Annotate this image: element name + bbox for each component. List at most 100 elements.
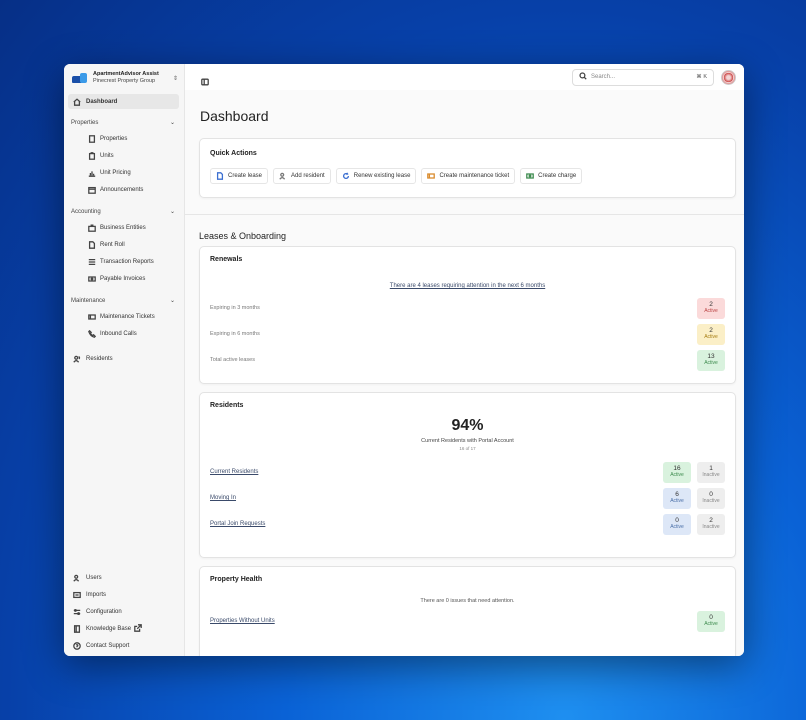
external-link-icon	[134, 623, 142, 634]
briefcase-icon	[87, 223, 96, 232]
active-badge[interactable]: 0 Active	[663, 513, 691, 535]
sidebar-item-dashboard[interactable]: Dashboard	[68, 94, 179, 109]
renew-lease-button[interactable]: Renew existing lease	[335, 168, 417, 184]
sidebar-item-label: Configuration	[86, 608, 122, 615]
section-properties[interactable]: Properties ⌄	[64, 115, 184, 130]
list-icon	[87, 257, 96, 266]
users-icon	[72, 354, 81, 363]
sidebar-item-unit-pricing[interactable]: Unit Pricing	[64, 164, 184, 181]
building-icon	[87, 134, 96, 143]
portal-percentage: 94%	[451, 417, 484, 434]
sidebar-item-rent-roll[interactable]: Rent Roll	[64, 236, 184, 253]
create-lease-button[interactable]: Create lease	[210, 168, 269, 184]
sidebar-item-configuration[interactable]: Configuration	[64, 603, 184, 620]
section-title-leases: Leases & Onboarding	[199, 231, 287, 241]
active-badge[interactable]: 16 Active	[663, 461, 691, 483]
properties-without-units-link[interactable]: Properties Without Units	[210, 618, 275, 624]
sidebar-item-payable-invoices[interactable]: Payable Invoices	[64, 270, 184, 287]
button-label: Add resident	[291, 173, 325, 179]
sidebar-item-label: Transaction Reports	[100, 258, 154, 265]
section-accounting[interactable]: Accounting ⌄	[64, 204, 184, 219]
badge-status: Active	[670, 472, 684, 478]
ticket-icon	[427, 172, 436, 180]
renewals-alert-link[interactable]: There are 4 leases requiring attention i…	[210, 283, 725, 289]
section-title: Maintenance	[71, 297, 106, 304]
badge-count: 0	[709, 614, 713, 621]
row-label: Expiring in 3 months	[210, 305, 260, 311]
resident-row: Portal Join Requests 0 Active 2 Inactive	[210, 511, 725, 537]
sidebar-item-users[interactable]: Users	[64, 569, 184, 586]
count-badge[interactable]: 13 Active	[697, 349, 725, 371]
current-residents-link[interactable]: Current Residents	[210, 469, 258, 475]
sidebar-item-business-entities[interactable]: Business Entities	[64, 219, 184, 236]
sidebar-item-inbound-calls[interactable]: Inbound Calls	[64, 325, 184, 342]
chevron-down-icon: ⌄	[169, 120, 175, 126]
org-switcher[interactable]: ApartmentAdvisor Assist Pinecrest Proper…	[64, 64, 184, 92]
badge-count: 1	[709, 465, 713, 472]
users-icon	[279, 172, 287, 180]
section-title: Accounting	[71, 208, 101, 215]
badge-count: 2	[709, 327, 713, 334]
invoice-icon	[87, 274, 96, 283]
badge-status: Inactive	[702, 472, 720, 478]
avatar[interactable]	[721, 69, 736, 85]
portal-join-requests-link[interactable]: Portal Join Requests	[210, 521, 265, 527]
unit-icon	[87, 151, 96, 160]
sidebar-item-label: Contact Support	[86, 642, 130, 649]
sidebar-toggle-icon[interactable]	[201, 73, 210, 85]
inactive-badge[interactable]: 1 Inactive	[697, 461, 725, 483]
chevron-down-icon: ⌄	[169, 298, 175, 304]
card-title: Quick Actions	[210, 150, 257, 157]
residents-card: Residents 94% Current Residents with Por…	[199, 392, 736, 558]
badge-count: 13	[707, 353, 715, 360]
badge-status: Active	[670, 524, 684, 530]
card-title: Renewals	[210, 256, 243, 263]
sidebar-item-label: Units	[100, 152, 114, 159]
quick-actions-card: Quick Actions Create lease Add resident …	[199, 138, 736, 198]
divider	[185, 214, 744, 215]
card-title: Residents	[210, 402, 244, 409]
add-resident-button[interactable]: Add resident	[273, 168, 331, 184]
sidebar-item-label: Knowledge Base	[86, 625, 132, 632]
sidebar-footer: Users Imports Configuration Knowledge Ba…	[64, 569, 184, 654]
inactive-badge[interactable]: 0 Inactive	[697, 487, 725, 509]
sidebar-item-label: Payable Invoices	[100, 275, 146, 282]
sidebar-item-label: Imports	[86, 591, 107, 598]
org-group: Pinecrest Property Group	[93, 78, 156, 84]
sidebar-item-imports[interactable]: Imports	[64, 586, 184, 603]
sidebar-item-residents[interactable]: Residents	[64, 351, 184, 366]
ticket-icon	[87, 312, 96, 321]
sidebar-item-units[interactable]: Units	[64, 147, 184, 164]
row-label: Total active leases	[210, 357, 255, 363]
sidebar-item-transaction-reports[interactable]: Transaction Reports	[64, 253, 184, 270]
sidebar-item-announcements[interactable]: Announcements	[64, 181, 184, 198]
active-badge[interactable]: 0 Active	[697, 610, 725, 632]
badge-count: 16	[673, 465, 681, 472]
count-badge[interactable]: 2 Active	[697, 297, 725, 319]
org-name: ApartmentAdvisor Assist	[93, 71, 159, 77]
sidebar-item-knowledge-base[interactable]: Knowledge Base	[64, 620, 184, 637]
main-content: Search... ⌘ K Dashboard Quick Actions Cr…	[185, 64, 744, 656]
inactive-badge[interactable]: 2 Inactive	[697, 513, 725, 535]
health-message: There are 0 issues that need attention.	[420, 598, 515, 604]
create-maintenance-ticket-button[interactable]: Create maintenance ticket	[421, 168, 516, 184]
card-title: Property Health	[210, 576, 263, 583]
badge-status: Active	[704, 360, 718, 366]
help-icon	[72, 641, 81, 650]
sidebar-item-contact-support[interactable]: Contact Support	[64, 637, 184, 654]
moving-in-link[interactable]: Moving In	[210, 495, 236, 501]
resident-row: Moving In 6 Active 0 Inactive	[210, 485, 725, 511]
sidebar-item-maintenance-tickets[interactable]: Maintenance Tickets	[64, 308, 184, 325]
count-badge[interactable]: 2 Active	[697, 323, 725, 345]
sidebar-item-label: Dashboard	[86, 98, 118, 105]
home-icon	[72, 97, 81, 106]
search-input[interactable]: Search... ⌘ K	[572, 68, 714, 86]
search-shortcut: ⌘ K	[696, 74, 707, 80]
sidebar-item-properties[interactable]: Properties	[64, 130, 184, 147]
renewal-row: Expiring in 6 months 2 Active	[210, 321, 725, 347]
health-row: Properties Without Units 0 Active	[210, 608, 725, 634]
badge-status: Inactive	[702, 498, 720, 504]
create-charge-button[interactable]: Create charge	[520, 168, 583, 184]
active-badge[interactable]: 6 Active	[663, 487, 691, 509]
section-maintenance[interactable]: Maintenance ⌄	[64, 293, 184, 308]
